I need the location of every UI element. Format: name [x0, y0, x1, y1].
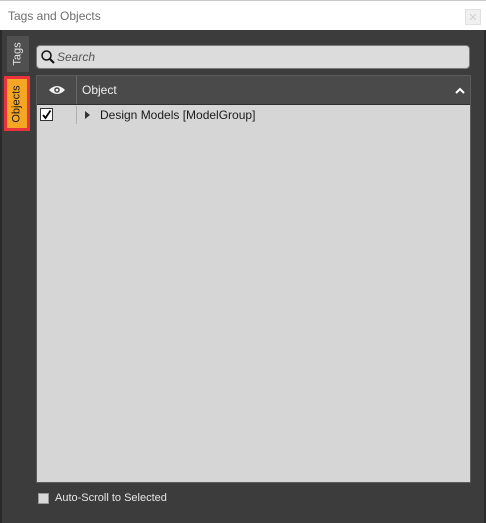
caret-right-icon[interactable]: [85, 111, 91, 119]
auto-scroll-label[interactable]: Auto-Scroll to Selected: [55, 492, 167, 504]
visibility-column-header[interactable]: [37, 76, 77, 104]
search-box[interactable]: [36, 45, 470, 69]
window-title: Tags and Objects: [8, 9, 101, 23]
visibility-checkbox[interactable]: [40, 108, 53, 121]
tab-tags-label: Tags: [12, 42, 24, 66]
tab-objects-label: Objects: [11, 84, 24, 123]
search-icon: [41, 50, 55, 64]
chevron-up-icon[interactable]: [455, 87, 465, 94]
panel-left-border: [0, 30, 2, 523]
auto-scroll-checkbox[interactable]: [38, 493, 49, 504]
row-label[interactable]: Design Models [ModelGroup]: [100, 108, 255, 122]
tree-header: Object: [37, 76, 470, 105]
title-bar: Tags and Objects: [0, 0, 486, 30]
checkmark-icon: [42, 110, 52, 120]
close-button[interactable]: [465, 9, 481, 25]
tab-tags[interactable]: Tags: [7, 36, 29, 72]
table-row[interactable]: Design Models [ModelGroup]: [37, 106, 470, 124]
object-tree[interactable]: Object Design Models [ModelGroup]: [36, 75, 471, 483]
column-divider: [76, 106, 77, 124]
close-icon: [469, 13, 477, 21]
object-column-header[interactable]: Object: [82, 83, 117, 97]
eye-icon: [48, 86, 65, 94]
search-input[interactable]: [57, 49, 457, 65]
tab-objects[interactable]: Objects: [4, 76, 30, 131]
